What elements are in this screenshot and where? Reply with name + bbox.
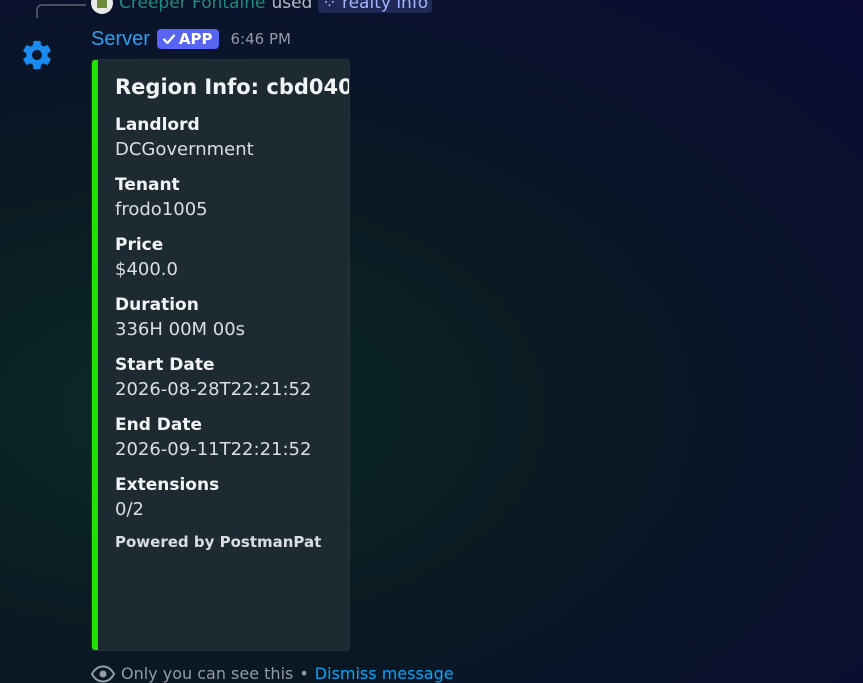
reply-command[interactable]: ⁘ realty info: [318, 0, 433, 13]
eye-icon: [91, 664, 115, 683]
field-start-date: Start Date 2026-08-28T22:21:52: [115, 353, 339, 403]
field-duration: Duration 336H 00M 00s: [115, 293, 339, 343]
field-name: Duration: [115, 295, 199, 315]
gear-icon[interactable]: [20, 38, 54, 72]
embed-accent-bar: [92, 60, 98, 650]
field-value: 336H 00M 00s: [115, 319, 246, 340]
field-name: Extensions: [115, 475, 220, 495]
dismiss-message-link[interactable]: Dismiss message: [315, 664, 454, 683]
embed-content: Region Info: cbd040 Landlord DCGovernmen…: [115, 75, 350, 551]
message-header: Server APP 6:46 PM: [91, 26, 291, 52]
field-extensions: Extensions 0/2: [115, 473, 339, 523]
app-badge: APP: [156, 29, 219, 49]
field-name: Tenant: [115, 175, 180, 195]
reply-preview[interactable]: Creeper Fontaine used ⁘ realty info: [91, 0, 433, 14]
field-value: 2026-08-28T22:21:52: [115, 379, 312, 400]
field-value: 0/2: [115, 499, 144, 520]
field-name: Landlord: [115, 115, 200, 135]
ephemeral-notice: Only you can see this • Dismiss message: [91, 664, 454, 683]
check-icon: [162, 34, 176, 45]
reply-avatar[interactable]: [91, 0, 113, 14]
ephemeral-text: Only you can see this: [121, 664, 294, 683]
embed-title: Region Info: cbd040: [115, 75, 350, 99]
reply-used-text: used: [271, 0, 313, 13]
field-value: $400.0: [115, 259, 178, 280]
field-value: DCGovernment: [115, 139, 254, 160]
reply-command-label: realty info: [341, 0, 429, 13]
field-end-date: End Date 2026-09-11T22:21:52: [115, 413, 339, 463]
ephemeral-separator: •: [299, 664, 309, 683]
message-timestamp[interactable]: 6:46 PM: [231, 30, 291, 48]
region-info-embed: Region Info: cbd040 Landlord DCGovernmen…: [91, 59, 350, 651]
field-landlord: Landlord DCGovernment: [115, 113, 339, 163]
author-name[interactable]: Server: [91, 28, 150, 51]
field-name: Start Date: [115, 355, 215, 375]
field-tenant: Tenant frodo1005: [115, 173, 339, 223]
field-name: End Date: [115, 415, 203, 435]
field-name: Price: [115, 235, 164, 255]
field-value: 2026-09-11T22:21:52: [115, 439, 312, 460]
field-value: frodo1005: [115, 199, 208, 220]
field-price: Price $400.0: [115, 233, 339, 283]
reply-connector: [36, 4, 86, 18]
app-badge-label: APP: [178, 30, 213, 48]
embed-footer: Powered by PostmanPat: [115, 533, 322, 551]
reply-username[interactable]: Creeper Fontaine: [119, 0, 265, 13]
